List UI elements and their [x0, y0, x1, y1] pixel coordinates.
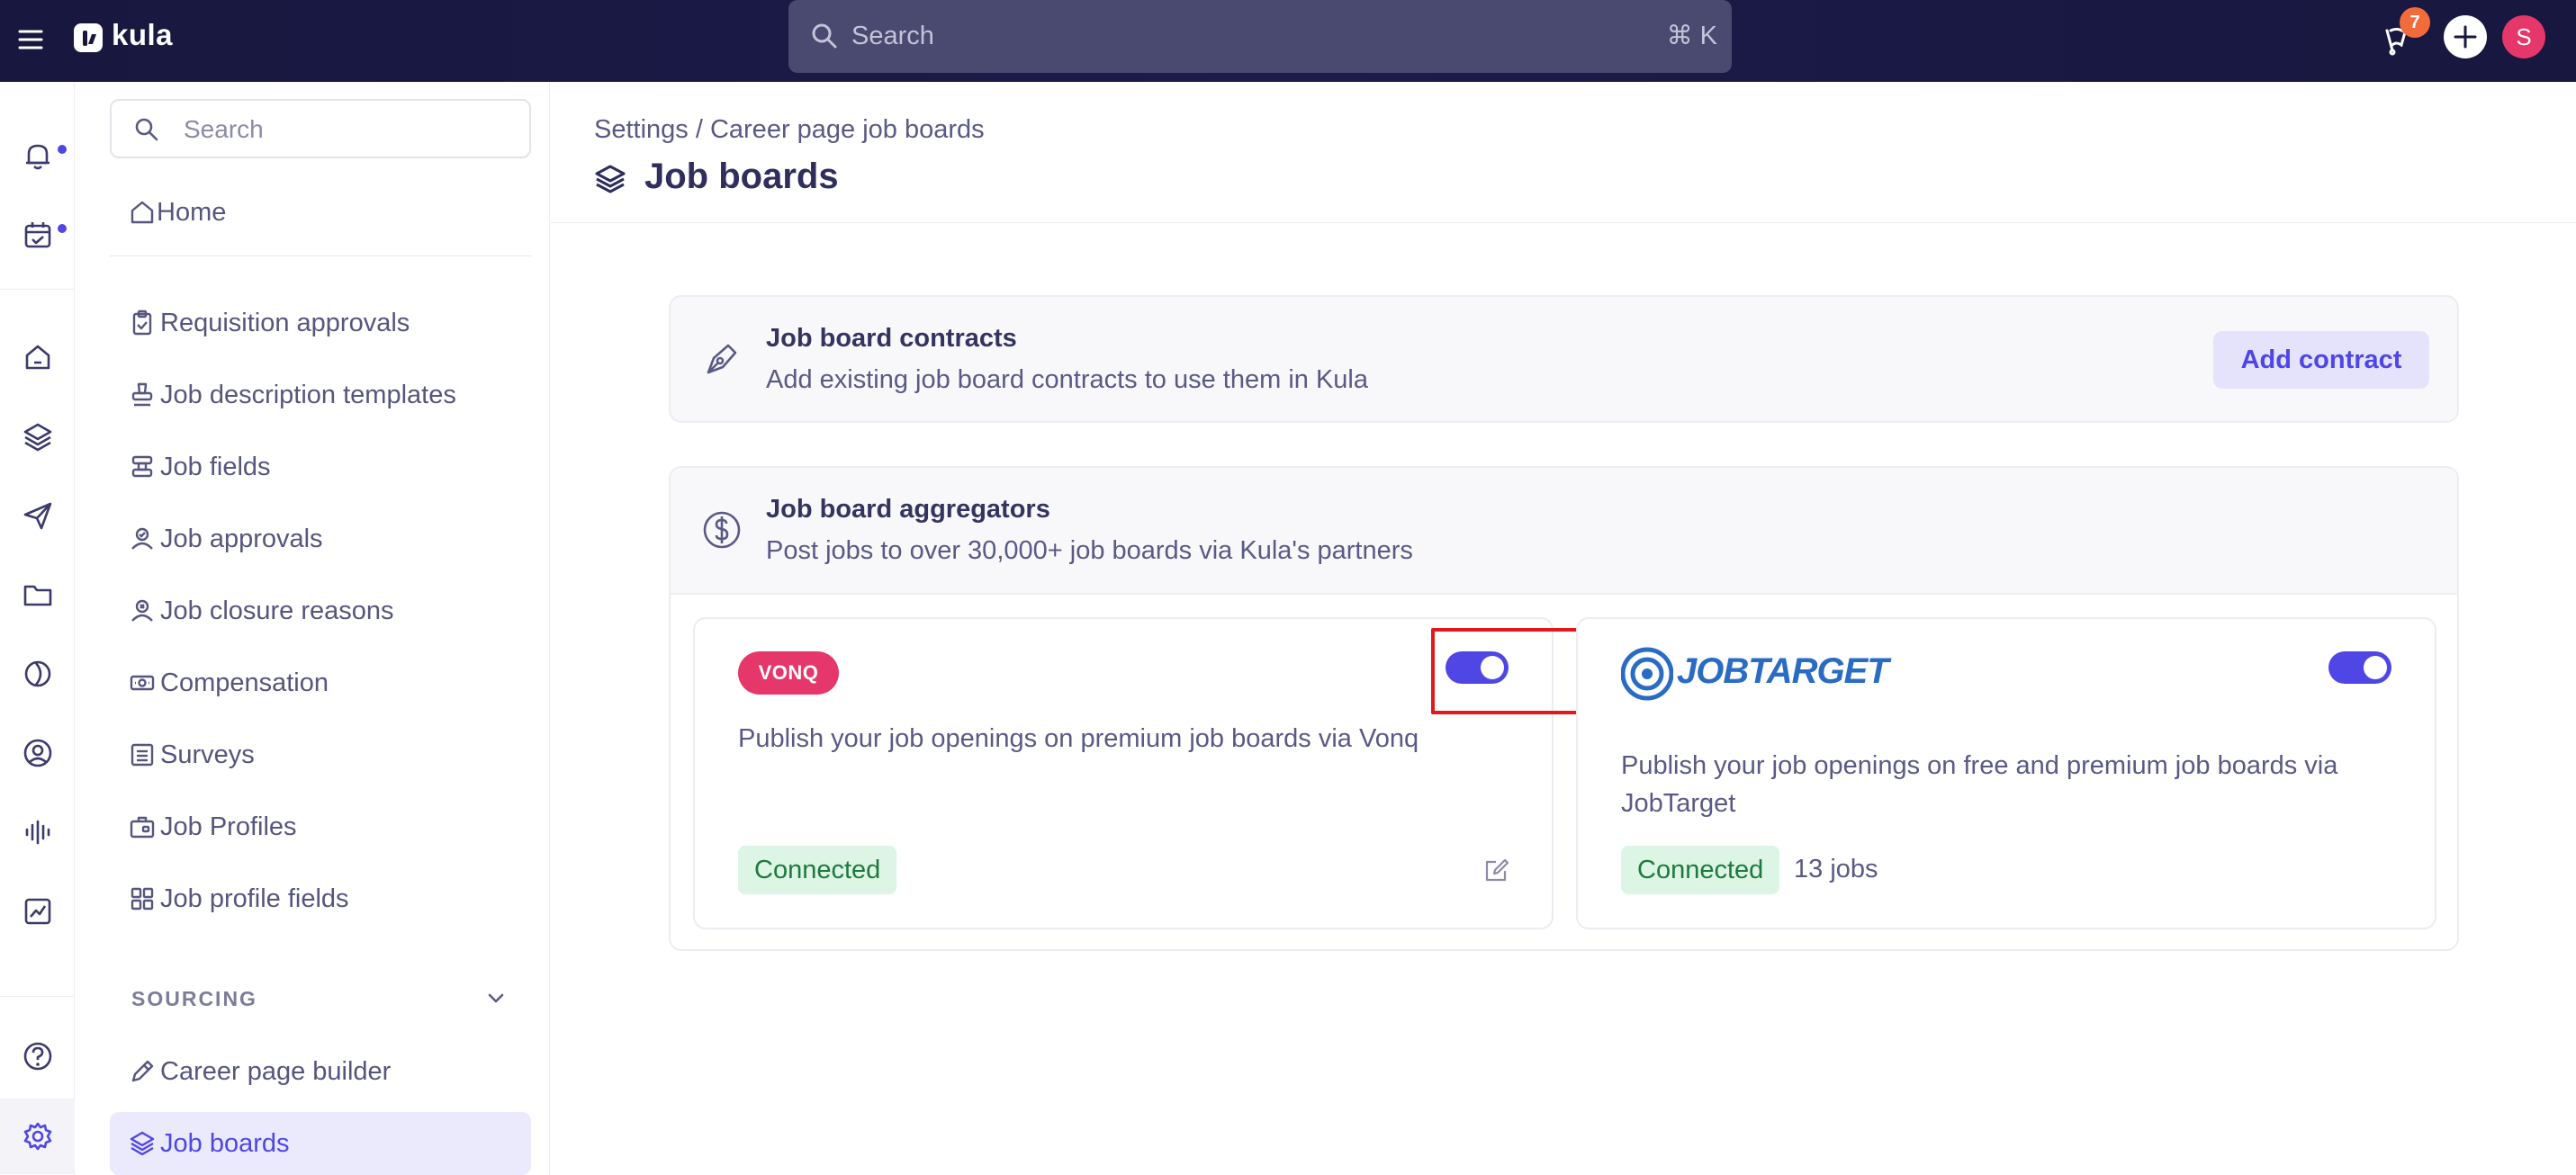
jobtarget-description: Publish your job openings on free and pr…	[1621, 751, 2338, 818]
sidebar-item-label: Job approvals	[160, 525, 323, 553]
contracts-title: Job board contracts	[766, 324, 1017, 353]
layers-icon	[128, 1129, 157, 1158]
create-button[interactable]	[2444, 15, 2487, 58]
sidebar-item-label: Compensation	[160, 668, 329, 697]
chevron-down-icon[interactable]	[482, 985, 509, 1012]
jobtarget-logo: JOBTARGET	[1621, 646, 1889, 702]
edit-icon[interactable]	[1483, 857, 1510, 883]
sidebar-item-requisition-approvals[interactable]: Requisition approvals	[110, 292, 531, 354]
section-label-sourcing[interactable]: SOURCING	[131, 987, 257, 1011]
sidebar-search-placeholder: Search	[184, 115, 264, 143]
stamp-icon	[128, 453, 157, 481]
sidebar-item-label: Surveys	[160, 740, 255, 769]
kula-logo-icon[interactable]	[74, 23, 103, 52]
sidebar-item-label: Job description templates	[160, 381, 456, 409]
sidebar-item-label: Job profile fields	[160, 884, 349, 913]
notification-badge: 7	[2400, 7, 2430, 38]
sidebar-item-label: Job closure reasons	[160, 596, 394, 625]
jobtarget-provider-card: JOBTARGET Publish your job openings on f…	[1576, 617, 2436, 929]
sidebar-item-label: Job fields	[160, 453, 271, 481]
sidebar-item-job-boards[interactable]: Job boards	[110, 1112, 531, 1175]
gear-icon[interactable]	[20, 1118, 56, 1154]
vonq-provider-card: VONQ Publish your job openings on premiu…	[693, 617, 1582, 929]
half-circle-icon[interactable]	[20, 656, 56, 692]
breadcrumb[interactable]: Settings / Career page job boards	[594, 115, 985, 145]
clipboard-check-icon	[128, 309, 157, 337]
stamp-icon	[128, 381, 157, 409]
top-bar: kula Search ⌘ K 7 S	[0, 0, 2576, 82]
add-contract-button[interactable]: Add contract	[2213, 331, 2429, 389]
global-search-input[interactable]: Search ⌘ K	[788, 0, 1732, 73]
help-icon[interactable]	[20, 1038, 56, 1074]
contracts-subtitle: Add existing job board contracts to use …	[766, 365, 1368, 394]
bell-unread-dot	[58, 145, 67, 154]
menu-icon[interactable]	[14, 22, 50, 58]
search-icon	[133, 116, 160, 143]
app-name[interactable]: kula	[112, 18, 173, 52]
toggle-highlight-box	[1431, 628, 1582, 714]
send-icon[interactable]	[20, 498, 56, 534]
sidebar-item-label: Job boards	[160, 1129, 290, 1158]
user-circle-icon[interactable]	[20, 735, 56, 771]
bell-icon[interactable]	[20, 138, 56, 174]
search-icon	[810, 22, 839, 50]
page-title: Job boards	[644, 157, 839, 196]
sidebar-item-job-fields[interactable]: Job fields	[110, 435, 531, 498]
calendar-check-icon[interactable]	[20, 217, 56, 253]
audio-wave-icon[interactable]	[20, 814, 56, 850]
aggregators-title: Job board aggregators	[766, 495, 1050, 524]
pen-icon	[128, 1057, 157, 1086]
avatar[interactable]: S	[2502, 15, 2545, 58]
sidebar-item-job-approvals[interactable]: Job approvals	[110, 507, 531, 570]
home-icon	[128, 198, 157, 227]
pen-nib-icon	[701, 338, 743, 380]
home-icon[interactable]	[20, 339, 56, 375]
sidebar-item-job-profiles[interactable]: Job Profiles	[110, 795, 531, 858]
job-board-contracts-card: Job board contracts Add existing job boa…	[669, 295, 2459, 423]
layers-icon[interactable]	[20, 418, 56, 454]
user-x-icon	[128, 596, 157, 625]
job-board-aggregators-card: Job board aggregators Post jobs to over …	[669, 466, 2459, 951]
jobs-count: 13 jobs	[1794, 855, 1878, 883]
settings-sidebar: Search Home Requisition approvals Job de…	[76, 82, 550, 1175]
grid-icon	[128, 884, 157, 913]
sidebar-item-label: Requisition approvals	[160, 309, 410, 337]
list-icon	[128, 740, 157, 769]
sidebar-item-label: Job Profiles	[160, 812, 297, 841]
icon-rail	[0, 82, 75, 1175]
sidebar-search-input[interactable]: Search	[110, 99, 531, 158]
calendar-unread-dot	[58, 224, 67, 233]
search-placeholder: Search	[851, 22, 934, 50]
sidebar-item-label: Career page builder	[160, 1057, 392, 1086]
user-check-icon	[128, 525, 157, 553]
search-shortcut: ⌘ K	[1666, 22, 1717, 50]
sidebar-item-job-description-templates[interactable]: Job description templates	[110, 363, 531, 426]
sidebar-item-career-page-builder[interactable]: Career page builder	[110, 1040, 531, 1103]
aggregators-subtitle: Post jobs to over 30,000+ job boards via…	[766, 536, 1413, 565]
header-divider	[551, 222, 2576, 223]
sidebar-item-compensation[interactable]: Compensation	[110, 651, 531, 714]
status-badge: Connected	[1621, 846, 1780, 894]
sidebar-item-job-closure-reasons[interactable]: Job closure reasons	[110, 579, 531, 642]
jobtarget-logo-text: JOBTARGET	[1677, 651, 1889, 691]
sidebar-item-home[interactable]: Home	[110, 181, 531, 244]
briefcase-icon	[128, 812, 157, 841]
sidebar-item-job-profile-fields[interactable]: Job profile fields	[110, 867, 531, 930]
vonq-logo: VONQ	[738, 651, 839, 695]
dollar-circle-icon	[701, 509, 743, 551]
layers-icon	[592, 162, 628, 198]
sidebar-item-surveys[interactable]: Surveys	[110, 723, 531, 786]
money-icon	[128, 668, 157, 697]
chart-icon[interactable]	[20, 893, 56, 929]
vonq-description: Publish your job openings on premium job…	[738, 724, 1419, 753]
status-badge: Connected	[738, 846, 897, 894]
aggregators-header: Job board aggregators Post jobs to over …	[671, 468, 2457, 595]
folder-icon[interactable]	[20, 577, 56, 613]
sidebar-item-label: Home	[157, 198, 227, 227]
jobtarget-toggle[interactable]	[2328, 651, 2391, 684]
